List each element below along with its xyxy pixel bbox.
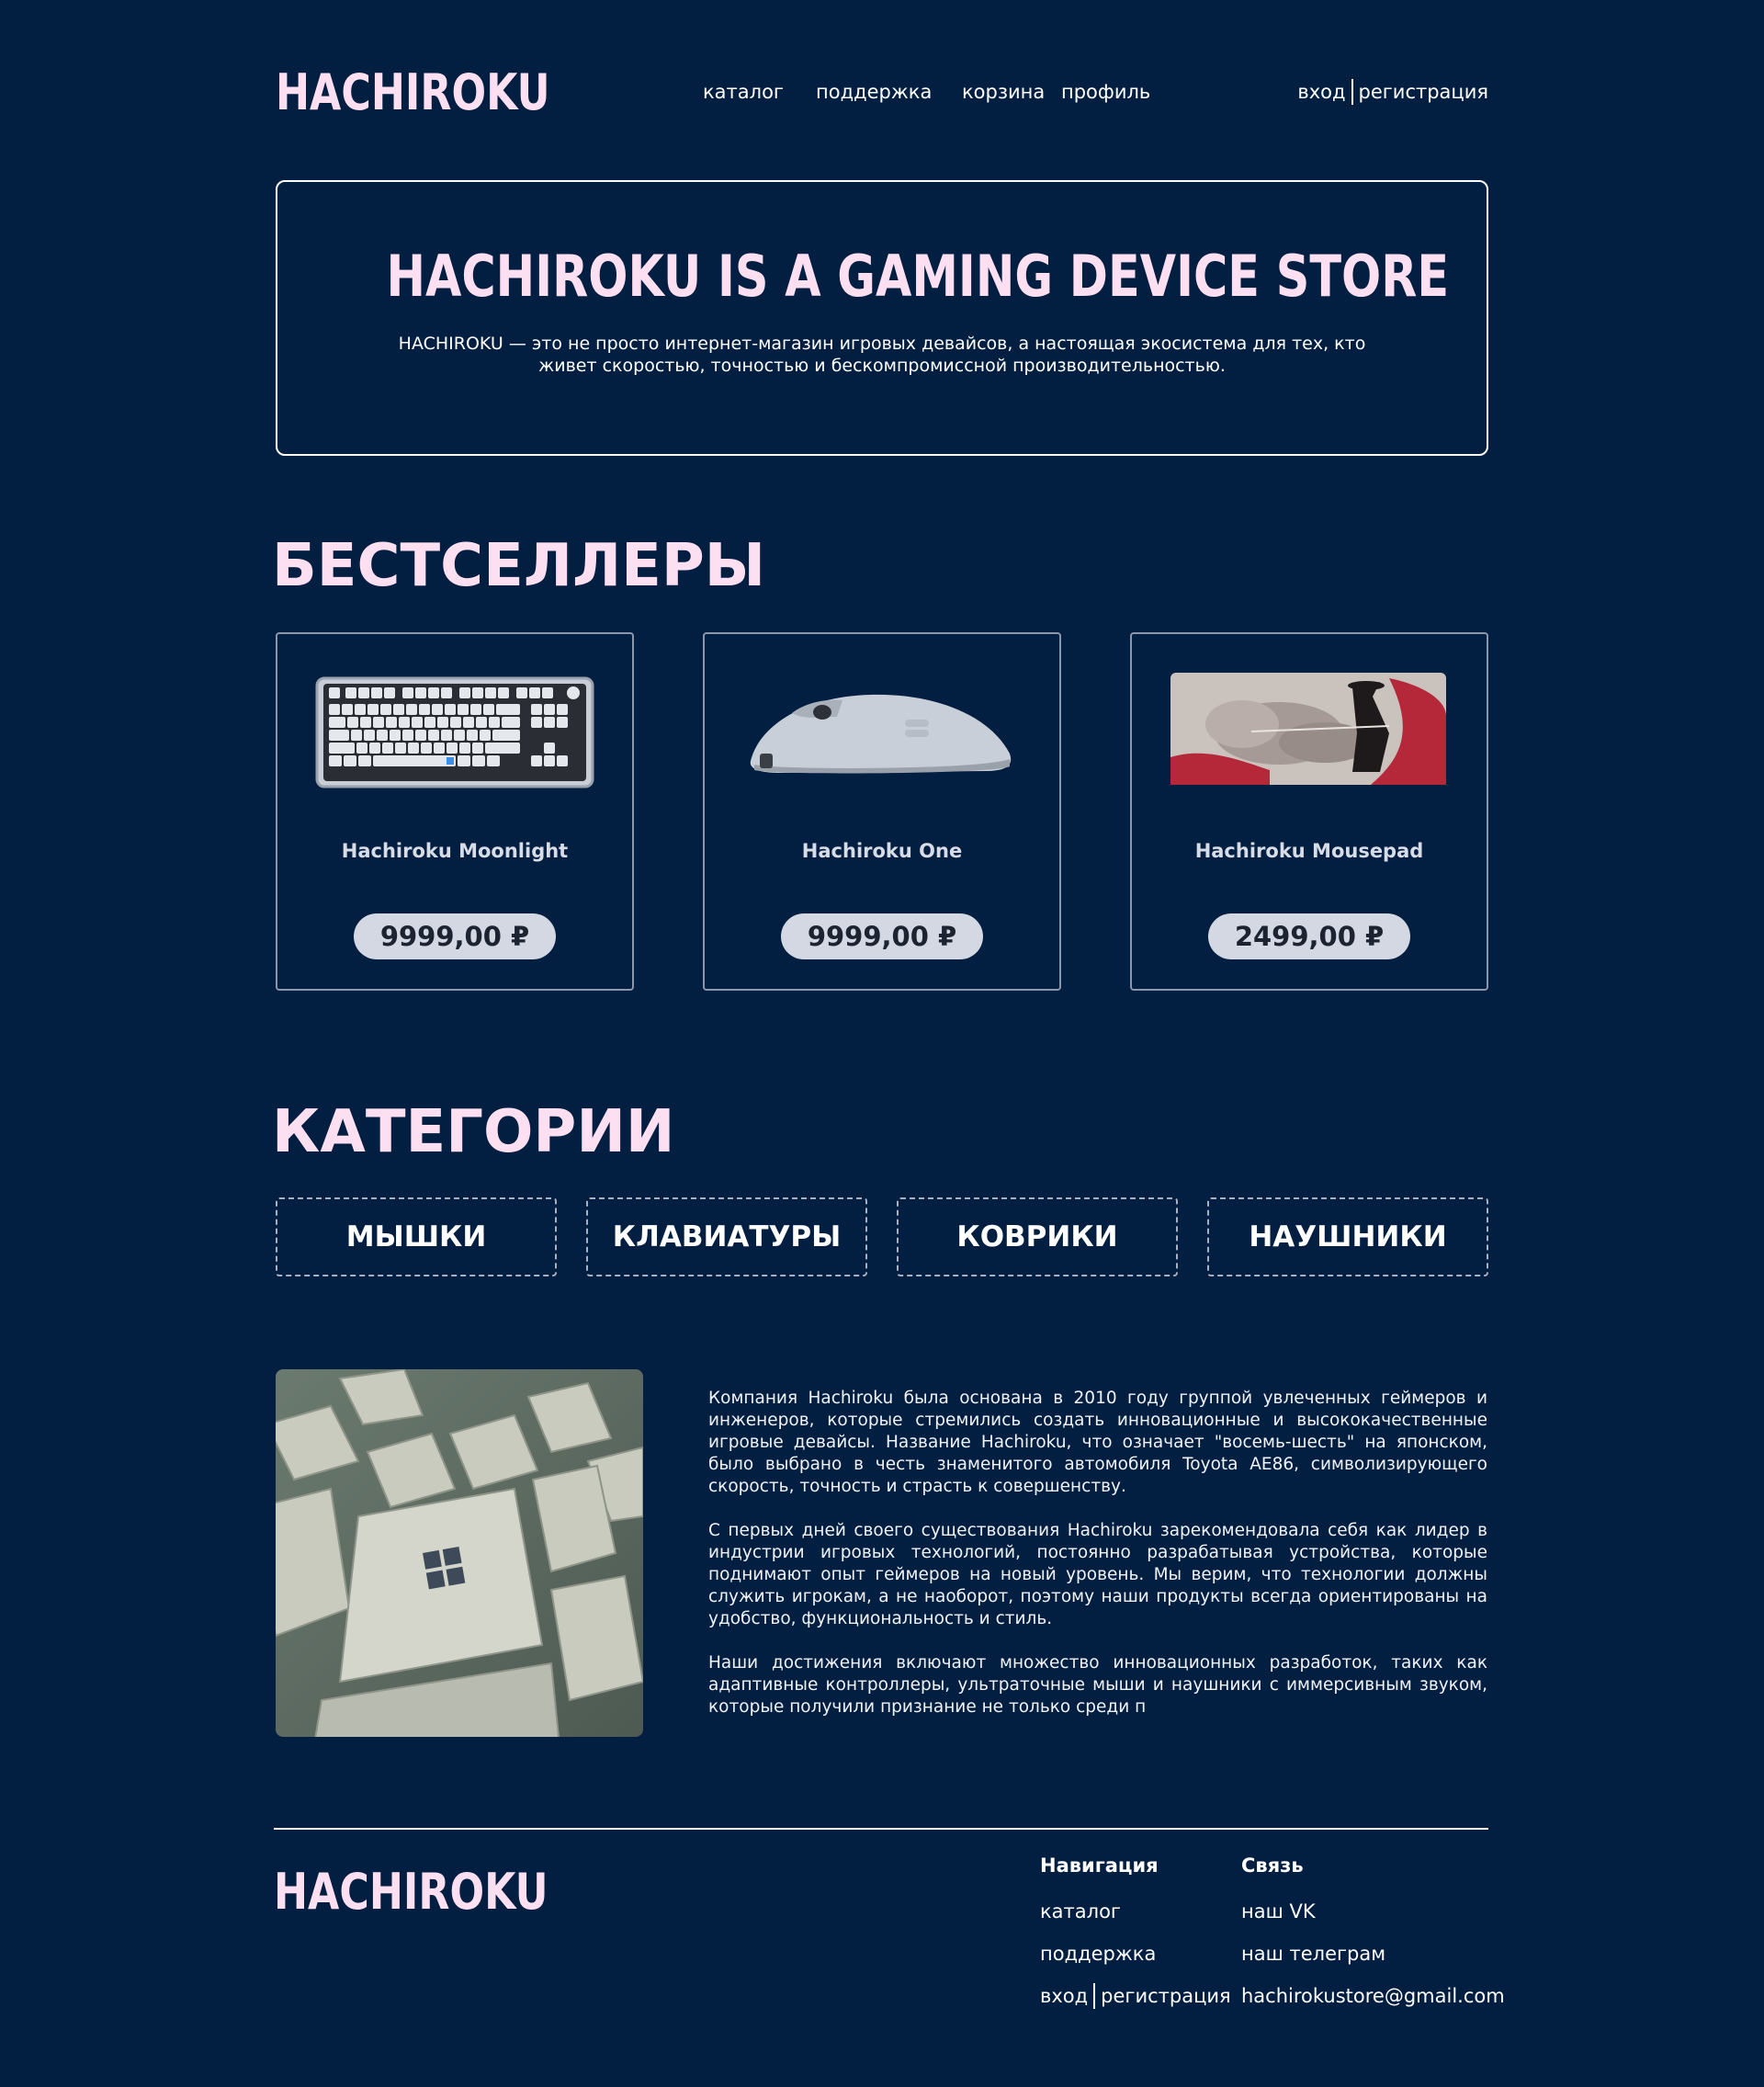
hero-title: HACHIROKU IS A GAMING DEVICE STORE <box>386 243 1450 310</box>
keyboard-keys-photo <box>276 1369 643 1737</box>
footer-contacts: Связь наш VK наш телеграм hachirokustore… <box>1241 1853 1505 2025</box>
footer-contact-title: Связь <box>1241 1854 1304 1877</box>
about-paragraph: Компания Hachiroku была основана в 2010 … <box>708 1389 1487 1496</box>
login-link[interactable]: вход <box>1297 79 1345 105</box>
about-text: Компания Hachiroku была основана в 2010 … <box>708 1388 1487 1741</box>
product-name[interactable]: Hachiroku One <box>705 840 1059 862</box>
nav-profile[interactable]: профиль <box>1061 79 1150 105</box>
footer-logo[interactable]: HACHIROKU <box>274 1867 548 1917</box>
about-paragraph: С первых дней своего существования Hachi… <box>708 1521 1487 1628</box>
footer-divider <box>274 1828 1488 1830</box>
category-headphones[interactable]: НАУШНИКИ <box>1207 1197 1488 1276</box>
about-photo <box>276 1369 643 1737</box>
footer-nav-title: Навигация <box>1040 1854 1159 1877</box>
product-name[interactable]: Hachiroku Mousepad <box>1132 840 1487 862</box>
auth-divider <box>1351 79 1353 105</box>
about-paragraph: Наши достижения включают множество иннов… <box>708 1653 1487 1717</box>
auth-links: вход регистрация <box>1297 79 1488 105</box>
nav-catalog[interactable]: каталог <box>703 79 784 105</box>
hero-banner: HACHIROKU IS A GAMING DEVICE STORE HACHI… <box>276 180 1488 456</box>
nav-cart[interactable]: корзина <box>962 79 1045 105</box>
product-price[interactable]: 9999,00 ₽ <box>781 913 983 959</box>
site-logo[interactable]: HACHIROKU <box>276 68 550 118</box>
footer-link-email[interactable]: hachirokustore@gmail.com <box>1241 1983 1505 2009</box>
auth-divider <box>1093 1983 1096 2009</box>
mouse-image <box>750 694 1012 774</box>
footer-auth-links: вход регистрация <box>1040 1983 1231 2009</box>
footer-link-vk[interactable]: наш VK <box>1241 1899 1505 1924</box>
footer-link-support[interactable]: поддержка <box>1040 1941 1231 1967</box>
footer-login-link[interactable]: вход <box>1040 1983 1088 2009</box>
category-mousepads[interactable]: КОВРИКИ <box>897 1197 1178 1276</box>
product-price[interactable]: 9999,00 ₽ <box>354 913 556 959</box>
register-link[interactable]: регистрация <box>1359 79 1488 105</box>
category-keyboards[interactable]: КЛАВИАТУРЫ <box>586 1197 867 1276</box>
product-name[interactable]: Hachiroku Moonlight <box>277 840 632 862</box>
bestsellers-title: БЕСТСЕЛЛЕРЫ <box>272 532 766 600</box>
product-card[interactable]: Hachiroku Moonlight 9999,00 ₽ <box>276 632 634 991</box>
footer-register-link[interactable]: регистрация <box>1101 1983 1230 2009</box>
product-card[interactable]: Hachiroku Mousepad 2499,00 ₽ <box>1130 632 1488 991</box>
product-price[interactable]: 2499,00 ₽ <box>1208 913 1410 959</box>
footer-link-telegram[interactable]: наш телеграм <box>1241 1941 1505 1967</box>
keyboard-image <box>315 676 594 788</box>
footer-link-catalog[interactable]: каталог <box>1040 1899 1231 1924</box>
category-mice[interactable]: МЫШКИ <box>276 1197 557 1276</box>
footer-navigation: Навигация каталог поддержка вход регистр… <box>1040 1853 1231 2025</box>
product-card[interactable]: Hachiroku One 9999,00 ₽ <box>703 632 1061 991</box>
categories-title: КАТЕГОРИИ <box>272 1098 675 1166</box>
nav-support[interactable]: поддержка <box>816 79 932 105</box>
mousepad-image <box>1170 673 1446 785</box>
hero-description: HACHIROKU — это не просто интернет-магаз… <box>398 334 1366 376</box>
